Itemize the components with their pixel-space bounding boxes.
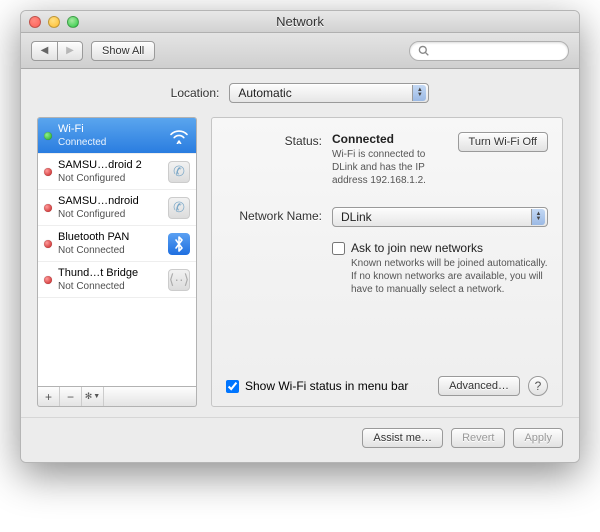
help-icon: ? xyxy=(535,379,542,393)
assist-me-button[interactable]: Assist me… xyxy=(362,428,443,448)
show-status-label: Show Wi-Fi status in menu bar xyxy=(245,379,408,393)
list-item-text: SAMSU…droid 2 Not Configured xyxy=(58,159,162,185)
add-interface-button[interactable]: + xyxy=(38,387,60,406)
titlebar: Network xyxy=(21,11,579,33)
search-icon xyxy=(418,45,429,56)
list-action-bar: + − ✻▼ xyxy=(37,387,197,407)
advanced-button[interactable]: Advanced… xyxy=(438,376,520,396)
wifi-toggle-button[interactable]: Turn Wi-Fi Off xyxy=(458,132,548,152)
interface-list: Wi-Fi Connected SAMSU…droid 2 Not Config… xyxy=(37,117,197,387)
gear-icon: ✻ xyxy=(85,391,93,402)
search-field[interactable] xyxy=(409,41,569,61)
list-item-text: Bluetooth PAN Not Connected xyxy=(58,231,162,257)
ask-to-join-checkbox[interactable]: Ask to join new networks Known networks … xyxy=(332,241,548,296)
main-row: Wi-Fi Connected SAMSU…droid 2 Not Config… xyxy=(37,117,563,407)
network-name-value: DLink xyxy=(341,210,372,224)
sidebar-item-wifi[interactable]: Wi-Fi Connected xyxy=(38,118,196,154)
thunderbolt-icon: ⟨··⟩ xyxy=(168,269,190,291)
phone-icon: ✆ xyxy=(168,161,190,183)
help-button[interactable]: ? xyxy=(528,376,548,396)
bluetooth-icon xyxy=(168,233,190,255)
location-label: Location: xyxy=(171,86,220,100)
updown-icon: ▲▼ xyxy=(412,85,426,101)
window-title: Network xyxy=(21,14,579,29)
detail-pane: Status: Connected Wi-Fi is connected to … xyxy=(211,117,563,407)
wifi-icon xyxy=(168,125,190,147)
network-preferences-window: Network ◀ ▶ Show All Location: Automatic… xyxy=(20,10,580,463)
status-dot-icon xyxy=(44,132,52,140)
revert-button[interactable]: Revert xyxy=(451,428,505,448)
window-controls xyxy=(29,16,79,28)
sidebar-item-bluetooth-pan[interactable]: Bluetooth PAN Not Connected xyxy=(38,226,196,262)
close-window-button[interactable] xyxy=(29,16,41,28)
ask-to-join-description: Known networks will be joined automatica… xyxy=(351,257,548,296)
list-item-name: Wi-Fi xyxy=(58,123,162,136)
status-label: Status: xyxy=(226,132,322,187)
sidebar-item-samsung-android-2[interactable]: SAMSU…droid 2 Not Configured ✆ xyxy=(38,154,196,190)
sidebar: Wi-Fi Connected SAMSU…droid 2 Not Config… xyxy=(37,117,197,407)
list-item-status: Not Configured xyxy=(58,172,162,185)
chevron-left-icon: ◀ xyxy=(41,45,49,56)
chevron-right-icon: ▶ xyxy=(66,45,74,56)
list-item-text: SAMSU…ndroid Not Configured xyxy=(58,195,162,221)
toolbar: ◀ ▶ Show All xyxy=(21,33,579,69)
ask-to-join-label: Ask to join new networks xyxy=(351,241,548,255)
list-item-name: Bluetooth PAN xyxy=(58,231,162,244)
status-dot-icon xyxy=(44,276,52,284)
list-item-text: Wi-Fi Connected xyxy=(58,123,162,149)
minimize-window-button[interactable] xyxy=(48,16,60,28)
status-dot-icon xyxy=(44,204,52,212)
phone-icon: ✆ xyxy=(168,197,190,219)
list-item-name: Thund…t Bridge xyxy=(58,267,162,280)
list-item-text: Thund…t Bridge Not Connected xyxy=(58,267,162,293)
remove-interface-button[interactable]: − xyxy=(60,387,82,406)
updown-icon: ▲▼ xyxy=(531,209,545,225)
list-item-status: Not Connected xyxy=(58,280,162,293)
location-value: Automatic xyxy=(238,86,291,100)
content: Location: Automatic ▲▼ Wi-Fi Connected xyxy=(21,69,579,417)
network-name-label: Network Name: xyxy=(226,207,322,227)
network-name-select[interactable]: DLink ▲▼ xyxy=(332,207,548,227)
show-status-checkbox[interactable]: Show Wi-Fi status in menu bar xyxy=(226,379,408,393)
list-item-status: Connected xyxy=(58,136,162,149)
location-select[interactable]: Automatic ▲▼ xyxy=(229,83,429,103)
footer: Assist me… Revert Apply xyxy=(21,417,579,462)
list-item-name: SAMSU…ndroid xyxy=(58,195,162,208)
forward-button[interactable]: ▶ xyxy=(57,41,83,61)
status-value: Connected xyxy=(332,132,448,146)
ask-to-join-input[interactable] xyxy=(332,242,345,255)
status-dot-icon xyxy=(44,168,52,176)
search-input[interactable] xyxy=(433,45,560,57)
show-all-button[interactable]: Show All xyxy=(91,41,155,61)
status-description: Wi-Fi is connected to DLink and has the … xyxy=(332,148,448,187)
list-item-name: SAMSU…droid 2 xyxy=(58,159,162,172)
list-item-status: Not Connected xyxy=(58,244,162,257)
back-button[interactable]: ◀ xyxy=(31,41,57,61)
list-item-status: Not Configured xyxy=(58,208,162,221)
location-row: Location: Automatic ▲▼ xyxy=(37,83,563,103)
sidebar-item-thunderbolt-bridge[interactable]: Thund…t Bridge Not Connected ⟨··⟩ xyxy=(38,262,196,298)
action-menu-button[interactable]: ✻▼ xyxy=(82,387,104,406)
zoom-window-button[interactable] xyxy=(67,16,79,28)
apply-button[interactable]: Apply xyxy=(513,428,563,448)
nav-segment: ◀ ▶ xyxy=(31,41,83,61)
status-dot-icon xyxy=(44,240,52,248)
chevron-down-icon: ▼ xyxy=(93,393,100,400)
show-status-input[interactable] xyxy=(226,380,239,393)
sidebar-item-samsung-android[interactable]: SAMSU…ndroid Not Configured ✆ xyxy=(38,190,196,226)
